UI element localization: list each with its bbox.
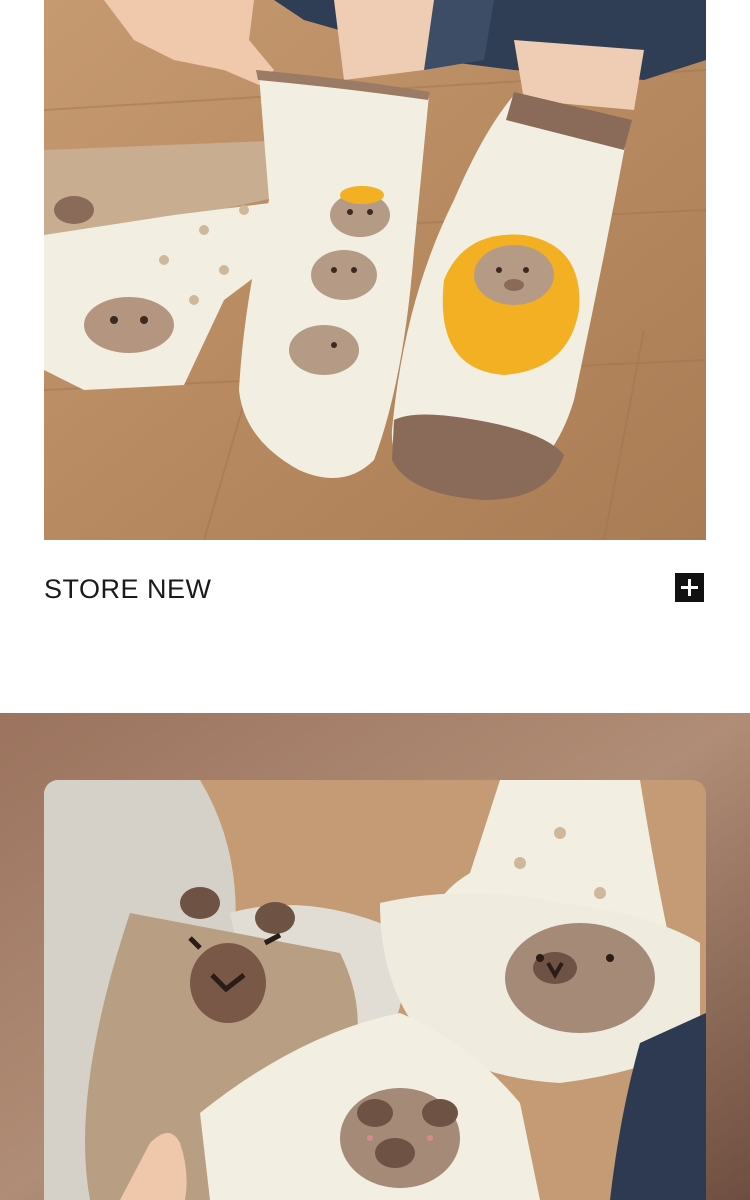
caption-row: STORE NEW	[44, 560, 706, 620]
product-banner-photo	[0, 713, 750, 1200]
store-new-label: STORE NEW	[44, 574, 212, 604]
product-photo-socks-on-feet	[44, 0, 706, 540]
plus-square-icon[interactable]	[675, 573, 704, 602]
